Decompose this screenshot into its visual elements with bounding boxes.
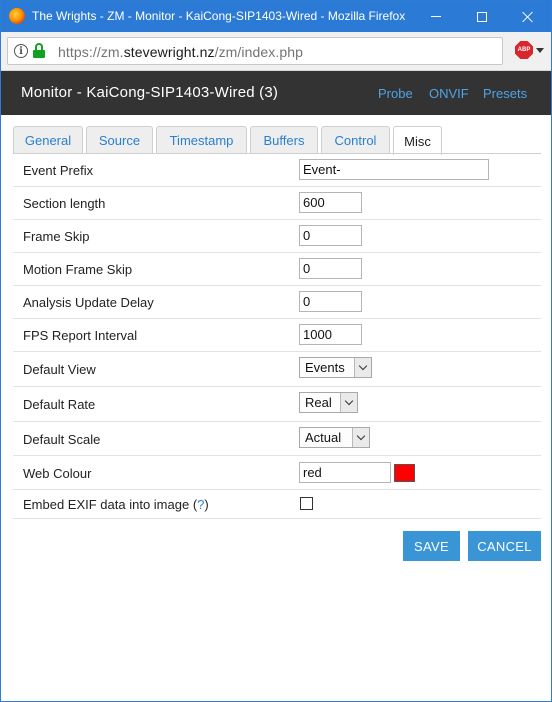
frame-skip-input[interactable]: 0 (299, 225, 362, 246)
default-scale-value: Actual (305, 430, 342, 445)
section-length-row: Section length 600 (13, 187, 541, 220)
maximize-icon (477, 11, 487, 22)
default-scale-select[interactable]: Actual (299, 427, 370, 448)
event-prefix-input[interactable]: Event- (299, 159, 489, 180)
embed-exif-row: Embed EXIF data into image (?) (13, 490, 541, 519)
chevron-down-icon (340, 393, 357, 412)
chevron-down-icon (536, 48, 544, 53)
chevron-down-icon (352, 428, 369, 447)
default-scale-label: Default Scale (23, 432, 101, 447)
onvif-link[interactable]: ONVIF (429, 86, 469, 101)
default-scale-row: Default Scale Actual (13, 422, 541, 456)
adblock-plus-button[interactable]: ABP (515, 41, 545, 61)
section-length-label: Section length (23, 196, 106, 211)
url-path: /zm/index.php (214, 44, 304, 60)
web-colour-input[interactable]: red (299, 462, 391, 483)
default-view-label: Default View (23, 362, 96, 377)
tab-buffers[interactable]: Buffers (250, 126, 318, 154)
presets-link[interactable]: Presets (483, 86, 527, 101)
frame-skip-row: Frame Skip 0 (13, 220, 541, 253)
chevron-down-icon (354, 358, 371, 377)
tab-control[interactable]: Control (321, 126, 390, 154)
tab-bar: General Source Timestamp Buffers Control… (13, 126, 541, 155)
web-colour-row: Web Colour red (13, 456, 541, 490)
default-rate-label: Default Rate (23, 397, 96, 412)
analysis-update-delay-row: Analysis Update Delay 0 (13, 286, 541, 319)
embed-exif-label-close: ) (204, 497, 209, 512)
navigation-toolbar: i https://zm.stevewright.nz/zm/index.php… (1, 32, 551, 71)
web-colour-label: Web Colour (23, 466, 92, 481)
motion-frame-skip-input[interactable]: 0 (299, 258, 362, 279)
motion-frame-skip-row: Motion Frame Skip 0 (13, 253, 541, 286)
web-colour-swatch (394, 464, 415, 482)
url-text[interactable]: https://zm.stevewright.nz/zm/index.php (58, 44, 303, 60)
analysis-update-delay-label: Analysis Update Delay (23, 295, 154, 310)
page-header: Monitor - KaiCong-SIP1403-Wired (3) Prob… (1, 71, 551, 115)
tab-source[interactable]: Source (86, 126, 153, 154)
embed-exif-label-text: Embed EXIF data into image ( (23, 497, 198, 512)
info-icon[interactable]: i (14, 44, 28, 58)
url-domain: stevewright.nz (123, 44, 215, 60)
window-title: The Wrights - ZM - Monitor - KaiCong-SIP… (32, 9, 406, 23)
maximize-button[interactable] (459, 1, 505, 32)
cancel-button[interactable]: CANCEL (468, 531, 541, 561)
save-button[interactable]: SAVE (403, 531, 460, 561)
tab-misc[interactable]: Misc (393, 126, 442, 155)
fps-report-interval-label: FPS Report Interval (23, 328, 138, 343)
section-length-input[interactable]: 600 (299, 192, 362, 213)
embed-exif-label: Embed EXIF data into image (?) (23, 497, 209, 512)
close-icon (522, 11, 534, 23)
default-view-row: Default View Events (13, 352, 541, 387)
title-bar: The Wrights - ZM - Monitor - KaiCong-SIP… (1, 1, 551, 32)
minimize-icon (431, 16, 441, 17)
minimize-button[interactable] (413, 1, 459, 32)
embed-exif-checkbox[interactable] (300, 497, 313, 510)
tab-timestamp[interactable]: Timestamp (156, 126, 247, 154)
fps-report-interval-input[interactable]: 1000 (299, 324, 362, 345)
browser-window: The Wrights - ZM - Monitor - KaiCong-SIP… (0, 0, 552, 702)
default-rate-value: Real (305, 395, 332, 410)
event-prefix-label: Event Prefix (23, 163, 94, 178)
default-rate-row: Default Rate Real (13, 387, 541, 422)
tab-general[interactable]: General (13, 126, 83, 154)
frame-skip-label: Frame Skip (23, 229, 90, 244)
default-view-value: Events (305, 360, 345, 375)
url-prefix: https://zm. (58, 44, 124, 60)
motion-frame-skip-label: Motion Frame Skip (23, 262, 133, 277)
close-window-button[interactable] (505, 1, 551, 32)
analysis-update-delay-input[interactable]: 0 (299, 291, 362, 312)
default-rate-select[interactable]: Real (299, 392, 358, 413)
probe-link[interactable]: Probe (378, 86, 413, 101)
adblock-plus-icon: ABP (515, 41, 533, 59)
default-view-select[interactable]: Events (299, 357, 372, 378)
fps-report-interval-row: FPS Report Interval 1000 (13, 319, 541, 352)
firefox-icon (9, 8, 25, 24)
address-bar[interactable]: i https://zm.stevewright.nz/zm/index.php (7, 37, 503, 65)
event-prefix-row: Event Prefix Event- (13, 154, 541, 187)
page-title: Monitor - KaiCong-SIP1403-Wired (3) (21, 84, 279, 101)
lock-icon[interactable] (33, 43, 45, 59)
